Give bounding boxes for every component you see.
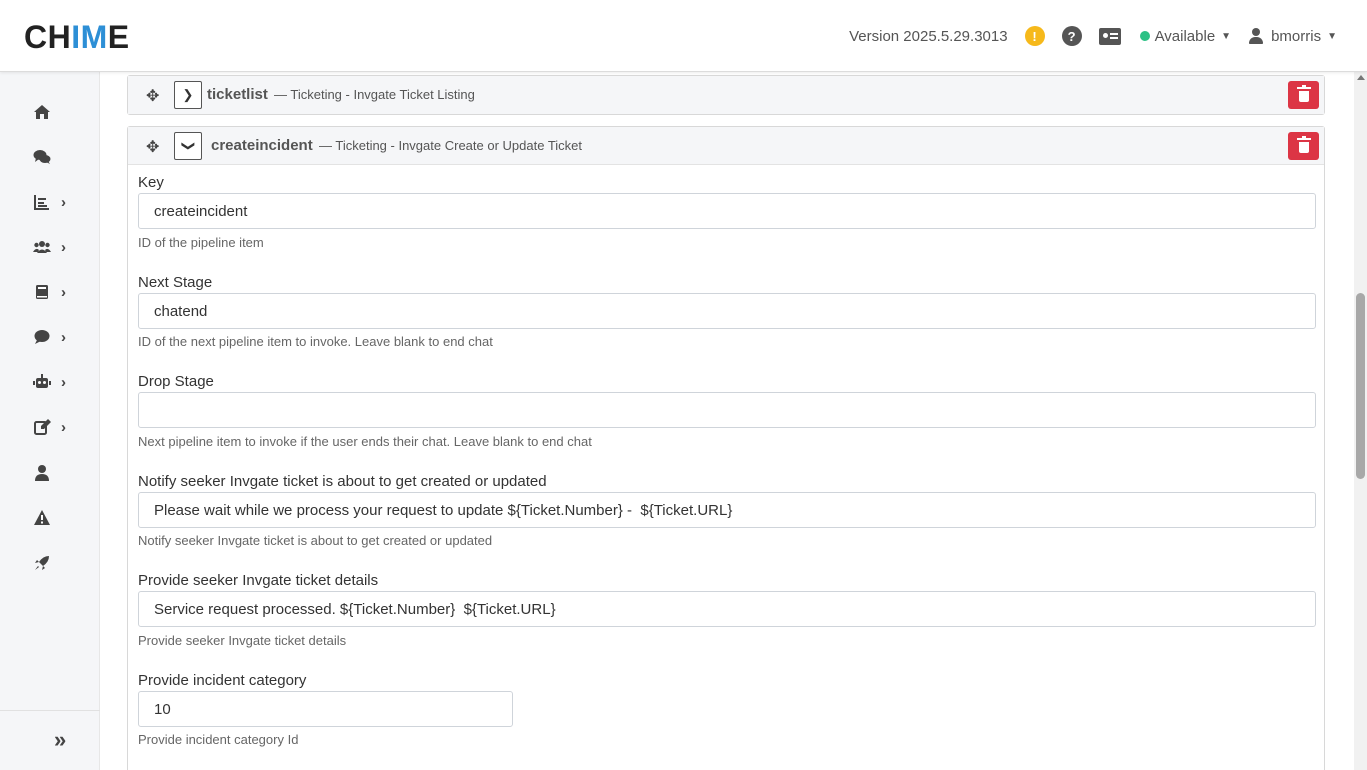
- drop-stage-help: Next pipeline item to invoke if the user…: [138, 434, 592, 449]
- sidebar-item-launch[interactable]: [33, 551, 83, 575]
- sidebar: › › › › › › »: [0, 72, 100, 770]
- rocket-icon: [35, 556, 49, 570]
- details-label: Provide seeker Invgate ticket details: [138, 572, 379, 589]
- book-icon: [36, 285, 48, 299]
- edit-icon: [34, 419, 51, 435]
- sidebar-item-chats[interactable]: [33, 145, 83, 169]
- users-icon: [33, 241, 51, 253]
- category-help: Provide incident category Id: [138, 732, 299, 747]
- help-icon[interactable]: ?: [1061, 26, 1082, 46]
- contact-card-icon[interactable]: [1098, 27, 1121, 45]
- top-header: CHIME Version 2025.5.29.3013 ! ? Availab…: [0, 0, 1367, 72]
- drop-stage-label: Drop Stage: [138, 373, 214, 390]
- chevron-down-icon: ❯: [181, 140, 196, 152]
- key-input[interactable]: [138, 193, 1316, 229]
- vertical-scrollbar[interactable]: [1354, 72, 1367, 770]
- sidebar-footer: »: [0, 710, 100, 770]
- chevron-right-icon: ›: [61, 283, 66, 301]
- sidebar-item-reports[interactable]: ›: [33, 190, 83, 214]
- chart-icon: [34, 195, 49, 210]
- key-help: ID of the pipeline item: [138, 235, 264, 250]
- collapse-toggle-button[interactable]: ❯: [174, 132, 202, 160]
- chevron-right-icon: ›: [61, 328, 66, 346]
- warning-icon[interactable]: !: [1024, 26, 1045, 46]
- details-input[interactable]: [138, 591, 1316, 627]
- status-dropdown[interactable]: Available ▼: [1139, 27, 1232, 45]
- chevron-down-icon: ▼: [1327, 30, 1337, 42]
- details-help: Provide seeker Invgate ticket details: [138, 633, 347, 648]
- status-dot-icon: [1139, 31, 1150, 41]
- sidebar-item-users[interactable]: ›: [33, 235, 83, 259]
- drag-handle-icon[interactable]: ✥: [146, 86, 159, 106]
- notify-help: Notify seeker Invgate ticket is about to…: [138, 533, 493, 548]
- next-stage-help: ID of the next pipeline item to invoke. …: [138, 334, 493, 349]
- comment-icon: [34, 330, 50, 344]
- username-label: bmorris: [1271, 27, 1322, 45]
- drag-handle-icon[interactable]: ✥: [146, 137, 159, 157]
- pipeline-item-createincident: ✥ ❯ createincident — Ticketing - Invgate…: [127, 126, 1325, 770]
- delete-button[interactable]: [1288, 132, 1319, 160]
- chevron-right-icon: ›: [61, 418, 66, 436]
- delete-button[interactable]: [1288, 81, 1319, 109]
- trash-icon: [1296, 136, 1311, 153]
- status-label: Available: [1154, 27, 1216, 45]
- chat-bubbles-icon: [33, 150, 51, 164]
- panel-header: ✥ ❯ ticketlist — Ticketing - Invgate Tic…: [128, 76, 1324, 114]
- key-label: Key: [138, 174, 164, 191]
- chevron-right-icon: ›: [61, 238, 66, 256]
- user-icon: [35, 465, 49, 481]
- category-label: Provide incident category: [138, 672, 307, 689]
- sidebar-item-home[interactable]: [33, 100, 83, 124]
- robot-icon: [33, 374, 51, 388]
- sidebar-item-knowledge[interactable]: ›: [33, 280, 83, 304]
- panel-key: createincident: [211, 137, 313, 154]
- scroll-up-icon[interactable]: [1357, 75, 1365, 80]
- chevron-right-icon: ›: [61, 373, 66, 391]
- sidebar-item-edit[interactable]: ›: [33, 415, 83, 439]
- chevron-down-icon: ▼: [1221, 30, 1232, 42]
- sidebar-item-alerts[interactable]: [33, 506, 83, 530]
- chevron-right-icon: ›: [61, 193, 66, 211]
- sidebar-item-messages[interactable]: ›: [33, 325, 83, 349]
- warning-icon: [34, 510, 50, 525]
- panel-key: ticketlist: [207, 86, 268, 103]
- chime-logo[interactable]: CHIME: [24, 20, 130, 54]
- panel-header: ✥ ❯ createincident — Ticketing - Invgate…: [128, 127, 1324, 165]
- scrollbar-thumb[interactable]: [1356, 293, 1365, 479]
- sidebar-item-profile[interactable]: [33, 461, 83, 485]
- home-icon: [34, 105, 50, 119]
- notify-label: Notify seeker Invgate ticket is about to…: [138, 473, 547, 490]
- panel-description: — Ticketing - Invgate Create or Update T…: [319, 138, 583, 153]
- expand-toggle-button[interactable]: ❯: [174, 81, 202, 109]
- pipeline-item-ticketlist: ✥ ❯ ticketlist — Ticketing - Invgate Tic…: [127, 75, 1325, 115]
- panel-description: — Ticketing - Invgate Ticket Listing: [274, 87, 475, 102]
- user-menu[interactable]: bmorris ▼: [1249, 28, 1337, 45]
- next-stage-input[interactable]: [138, 293, 1316, 329]
- header-right: Version 2025.5.29.3013 ! ? Available ▼ b…: [849, 22, 1337, 50]
- expand-sidebar-icon[interactable]: »: [54, 727, 67, 753]
- chevron-right-icon: ❯: [182, 87, 194, 102]
- category-input[interactable]: [138, 691, 513, 727]
- main-content: ✥ ❯ ticketlist — Ticketing - Invgate Tic…: [100, 72, 1354, 770]
- trash-icon: [1296, 85, 1311, 102]
- version-label: Version 2025.5.29.3013: [849, 27, 1008, 45]
- sidebar-item-bots[interactable]: ›: [33, 370, 83, 394]
- drop-stage-input[interactable]: [138, 392, 1316, 428]
- next-stage-label: Next Stage: [138, 274, 213, 291]
- notify-input[interactable]: [138, 492, 1316, 528]
- user-icon: [1249, 28, 1264, 44]
